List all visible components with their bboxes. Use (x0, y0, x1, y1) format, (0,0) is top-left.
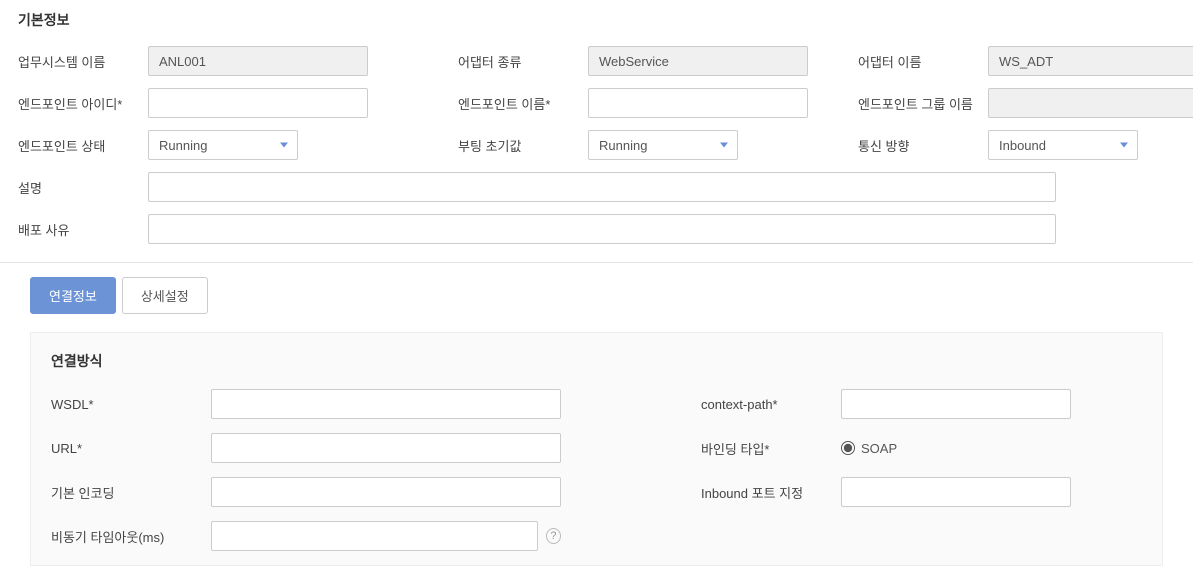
adapter-type-input (588, 46, 808, 76)
endpoint-status-value: Running (148, 130, 298, 160)
async-timeout-label: 비동기 타임아웃(ms) (51, 527, 211, 546)
help-icon[interactable]: ? (546, 528, 561, 544)
adapter-type-label: 어댑터 종류 (458, 52, 588, 71)
encoding-label: 기본 인코딩 (51, 483, 211, 502)
system-name-input (148, 46, 368, 76)
endpoint-id-label: 엔드포인트 아이디* (18, 94, 148, 113)
connection-form: WSDL* context-path* URL* 바인딩 타입* SOAP 기본… (51, 389, 1142, 551)
inbound-port-input[interactable] (841, 477, 1071, 507)
chevron-down-icon (1120, 143, 1128, 148)
chevron-down-icon (720, 143, 728, 148)
wsdl-input[interactable] (211, 389, 561, 419)
tab-connection[interactable]: 연결정보 (30, 277, 116, 314)
url-label: URL* (51, 441, 211, 456)
context-path-input[interactable] (841, 389, 1071, 419)
tabs-container: 연결정보 상세설정 연결방식 WSDL* context-path* URL* … (0, 262, 1193, 566)
description-input[interactable] (148, 172, 1056, 202)
adapter-name-label: 어댑터 이름 (858, 52, 988, 71)
deploy-reason-label: 배포 사유 (18, 220, 148, 239)
async-timeout-input[interactable] (211, 521, 538, 551)
chevron-down-icon (280, 143, 288, 148)
basic-info-title: 기본정보 (0, 0, 1193, 38)
deploy-reason-input[interactable] (148, 214, 1056, 244)
comm-direction-value: Inbound (988, 130, 1138, 160)
endpoint-status-select[interactable]: Running (148, 130, 298, 160)
soap-radio-label: SOAP (861, 441, 897, 456)
connection-panel: 연결방식 WSDL* context-path* URL* 바인딩 타입* SO… (30, 332, 1163, 566)
inbound-port-label: Inbound 포트 지정 (701, 483, 841, 502)
endpoint-name-input[interactable] (588, 88, 808, 118)
endpoint-status-label: 엔드포인트 상태 (18, 136, 148, 155)
basic-info-form: 업무시스템 이름 어댑터 종류 어댑터 이름 엔드포인트 아이디* 엔드포인트 … (0, 38, 1193, 262)
boot-init-select[interactable]: Running (588, 130, 738, 160)
connection-section-title: 연결방식 (51, 351, 1142, 371)
encoding-input[interactable] (211, 477, 561, 507)
boot-init-value: Running (588, 130, 738, 160)
tabs-row: 연결정보 상세설정 (30, 277, 1163, 314)
tab-detail[interactable]: 상세설정 (122, 277, 208, 314)
wsdl-label: WSDL* (51, 397, 211, 412)
endpoint-name-label: 엔드포인트 이름* (458, 94, 588, 113)
description-label: 설명 (18, 178, 148, 197)
soap-radio-input[interactable] (841, 441, 855, 455)
binding-type-label: 바인딩 타입* (701, 439, 841, 458)
system-name-label: 업무시스템 이름 (18, 52, 148, 71)
binding-type-soap-radio[interactable]: SOAP (841, 441, 1081, 456)
comm-direction-label: 통신 방향 (858, 136, 988, 155)
comm-direction-select[interactable]: Inbound (988, 130, 1138, 160)
url-input[interactable] (211, 433, 561, 463)
endpoint-group-name-input (988, 88, 1193, 118)
adapter-name-input (988, 46, 1193, 76)
endpoint-group-name-label: 엔드포인트 그룹 이름 (858, 94, 988, 113)
boot-init-label: 부팅 초기값 (458, 136, 588, 155)
context-path-label: context-path* (701, 397, 841, 412)
endpoint-id-input[interactable] (148, 88, 368, 118)
